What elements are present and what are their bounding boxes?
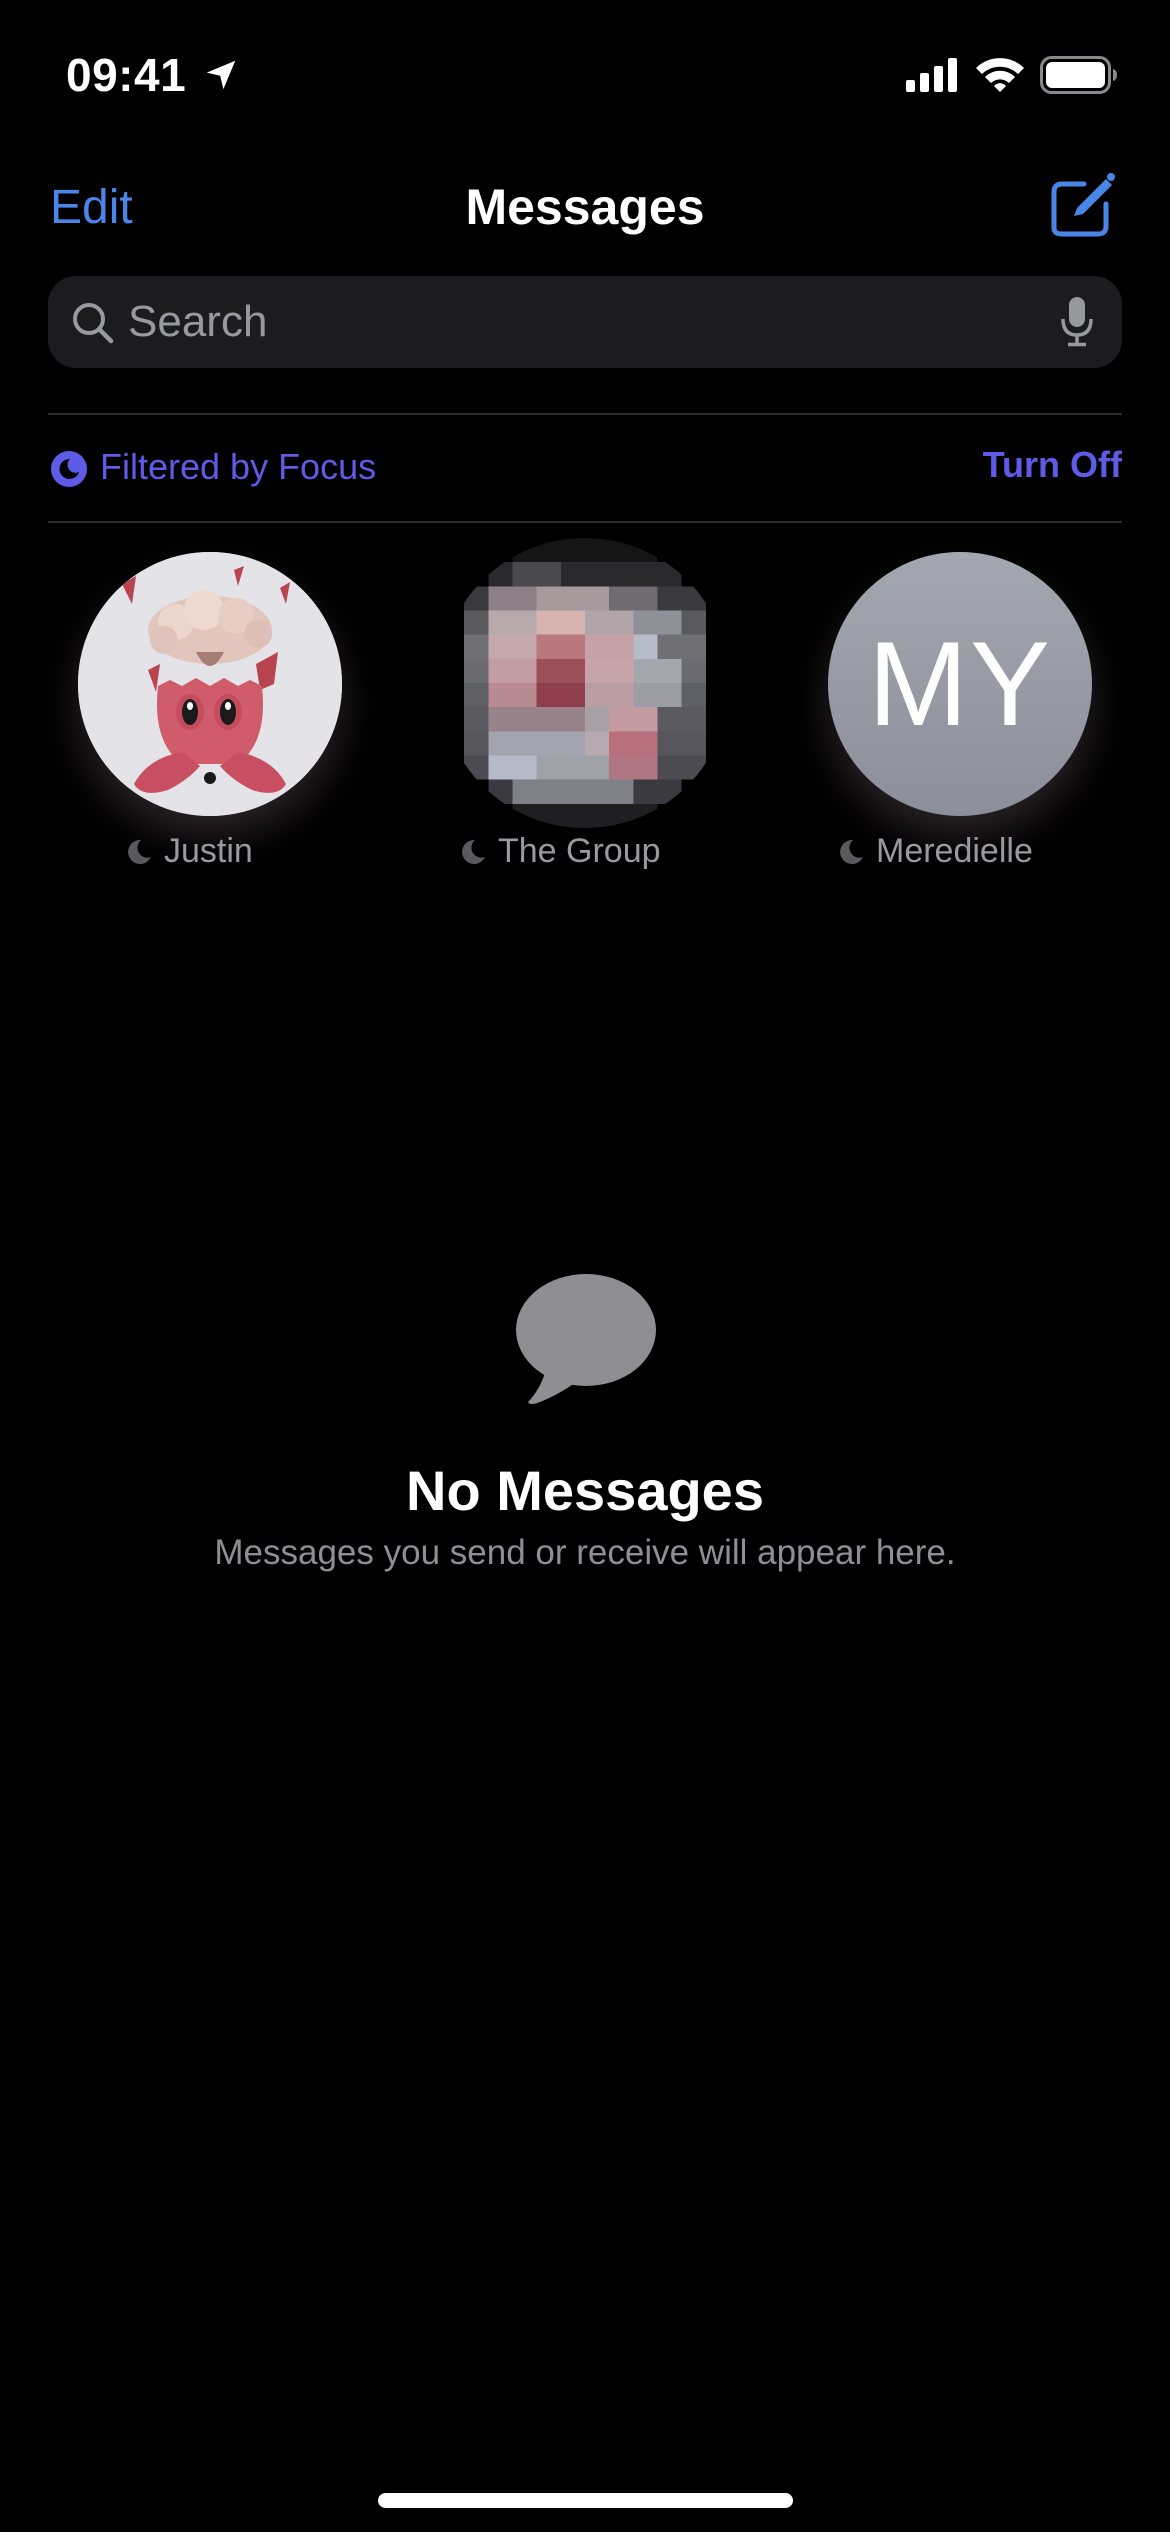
cellular-signal-icon [906, 58, 957, 92]
search-icon [73, 303, 114, 344]
focus-moon-icon [51, 451, 87, 487]
search-input[interactable] [128, 276, 1028, 368]
search-bar[interactable] [48, 276, 1122, 368]
avatar-initials[interactable]: MY [828, 552, 1092, 816]
moon-icon [840, 839, 863, 864]
moon-icon [128, 839, 151, 864]
avatar-initials-text: MY [868, 617, 1052, 751]
message-bubble-icon [516, 1274, 656, 1404]
moon-icon [462, 839, 485, 864]
pinned-name: Justin [124, 832, 253, 871]
status-time: 09:41 [66, 49, 187, 101]
location-arrow-icon [206, 60, 236, 90]
home-indicator[interactable] [378, 2493, 793, 2508]
empty-state-title: No Messages [406, 1459, 764, 1522]
empty-state-subtitle: Messages you send or receive will appear… [214, 1533, 956, 1572]
avatar[interactable] [78, 552, 342, 816]
octopus-memoji-icon [78, 552, 342, 816]
pinned-name: The Group [458, 832, 661, 871]
microphone-icon[interactable] [1060, 297, 1094, 347]
turn-off-button[interactable]: Turn Off [983, 444, 1122, 486]
divider [48, 521, 1122, 523]
avatar-pixelated[interactable] [440, 538, 730, 828]
battery-icon [1040, 56, 1117, 94]
compose-icon[interactable] [1046, 170, 1118, 242]
focus-filter-label: Filtered by Focus [100, 446, 377, 487]
pinned-name: Meredielle [836, 832, 1033, 871]
wifi-icon [976, 58, 1024, 92]
divider [48, 413, 1122, 415]
pinned-conversations: Justin The Group MY Meredielle [0, 538, 1170, 882]
pixelated-group-photo-icon [440, 538, 730, 828]
focus-filter-row: Filtered by Focus Turn Off [48, 440, 1122, 500]
page-title: Messages [465, 179, 705, 235]
